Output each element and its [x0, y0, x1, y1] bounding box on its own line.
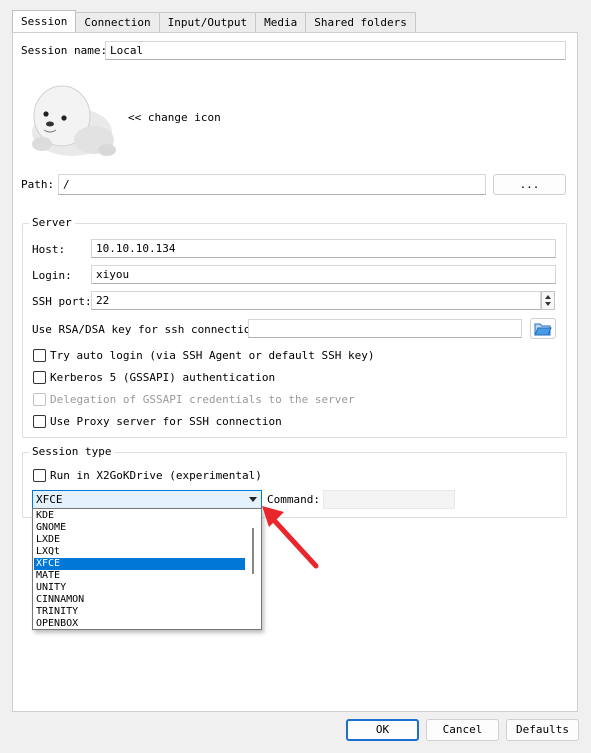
ok-button[interactable]: OK [346, 719, 419, 741]
tab-session[interactable]: Session [12, 10, 77, 32]
rsa-key-label: Use RSA/DSA key for ssh connection: [32, 323, 264, 336]
session-name-input[interactable]: Local [105, 41, 566, 60]
scrollbar-thumb[interactable] [252, 528, 254, 574]
login-input[interactable]: xiyou [91, 265, 556, 284]
ssh-port-input[interactable]: 22 [91, 291, 541, 310]
folder-open-icon [534, 323, 552, 336]
host-label: Host: [32, 243, 66, 256]
session-type-selected: XFCE [36, 493, 63, 506]
path-input[interactable]: / [58, 174, 486, 195]
browse-path-button[interactable]: ... [493, 174, 566, 195]
server-group-title: Server [29, 216, 75, 229]
tab-shared-folders[interactable]: Shared folders [305, 12, 416, 32]
session-type-select[interactable]: XFCE [32, 490, 262, 509]
kerberos-checkbox[interactable] [33, 371, 46, 384]
option-unity[interactable]: UNITY [34, 582, 245, 594]
cancel-button[interactable]: Cancel [426, 719, 499, 741]
proxy-label: Use Proxy server for SSH connection [50, 415, 282, 428]
path-label: Path: [21, 178, 55, 191]
chevron-down-icon[interactable] [249, 497, 257, 502]
run-x2gokdrive-label: Run in X2GoKDrive (experimental) [50, 469, 262, 482]
ssh-port-stepper[interactable] [541, 291, 555, 310]
stepper-up-icon[interactable] [545, 295, 551, 299]
option-gnome[interactable]: GNOME [34, 522, 245, 534]
stepper-down-icon[interactable] [545, 302, 551, 306]
change-icon-link[interactable]: << change icon [128, 111, 221, 124]
rsa-key-input[interactable] [248, 319, 522, 338]
session-type-options: KDE GNOME LXDE LXQt XFCE MATE UNITY CINN… [34, 510, 245, 630]
option-lxqt[interactable]: LXQt [34, 546, 245, 558]
auto-login-label: Try auto login (via SSH Agent or default… [50, 349, 375, 362]
rsa-key-browse-button[interactable] [530, 318, 556, 339]
session-name-label: Session name: [21, 44, 108, 57]
option-lxde[interactable]: LXDE [34, 534, 245, 546]
login-label: Login: [32, 269, 72, 282]
option-cinnamon[interactable]: CINNAMON [34, 594, 245, 606]
red-arrow-annotation [262, 506, 319, 569]
run-x2gokdrive-checkbox[interactable] [33, 469, 46, 482]
delegation-checkbox [33, 393, 46, 406]
proxy-checkbox[interactable] [33, 415, 46, 428]
option-kde[interactable]: KDE [34, 510, 245, 522]
tab-connection[interactable]: Connection [75, 12, 160, 32]
ssh-port-label: SSH port: [32, 295, 92, 308]
command-input [323, 490, 455, 509]
option-xfce[interactable]: XFCE [34, 558, 245, 570]
delegation-label: Delegation of GSSAPI credentials to the … [50, 393, 355, 406]
host-input[interactable]: 10.10.10.134 [91, 239, 556, 258]
seal-icon[interactable] [22, 74, 118, 160]
option-openbox[interactable]: OPENBOX [34, 618, 245, 630]
session-type-dropdown[interactable]: KDE GNOME LXDE LXQt XFCE MATE UNITY CINN… [32, 508, 262, 630]
auto-login-checkbox[interactable] [33, 349, 46, 362]
kerberos-label: Kerberos 5 (GSSAPI) authentication [50, 371, 276, 384]
tab-bar: Session Connection Input/Output Media Sh… [12, 10, 416, 32]
option-trinity[interactable]: TRINITY [34, 606, 245, 618]
defaults-button[interactable]: Defaults [506, 719, 579, 741]
option-mate[interactable]: MATE [34, 570, 245, 582]
session-type-title: Session type [29, 445, 115, 458]
tab-input-output[interactable]: Input/Output [158, 12, 257, 32]
tab-media[interactable]: Media [255, 12, 307, 32]
